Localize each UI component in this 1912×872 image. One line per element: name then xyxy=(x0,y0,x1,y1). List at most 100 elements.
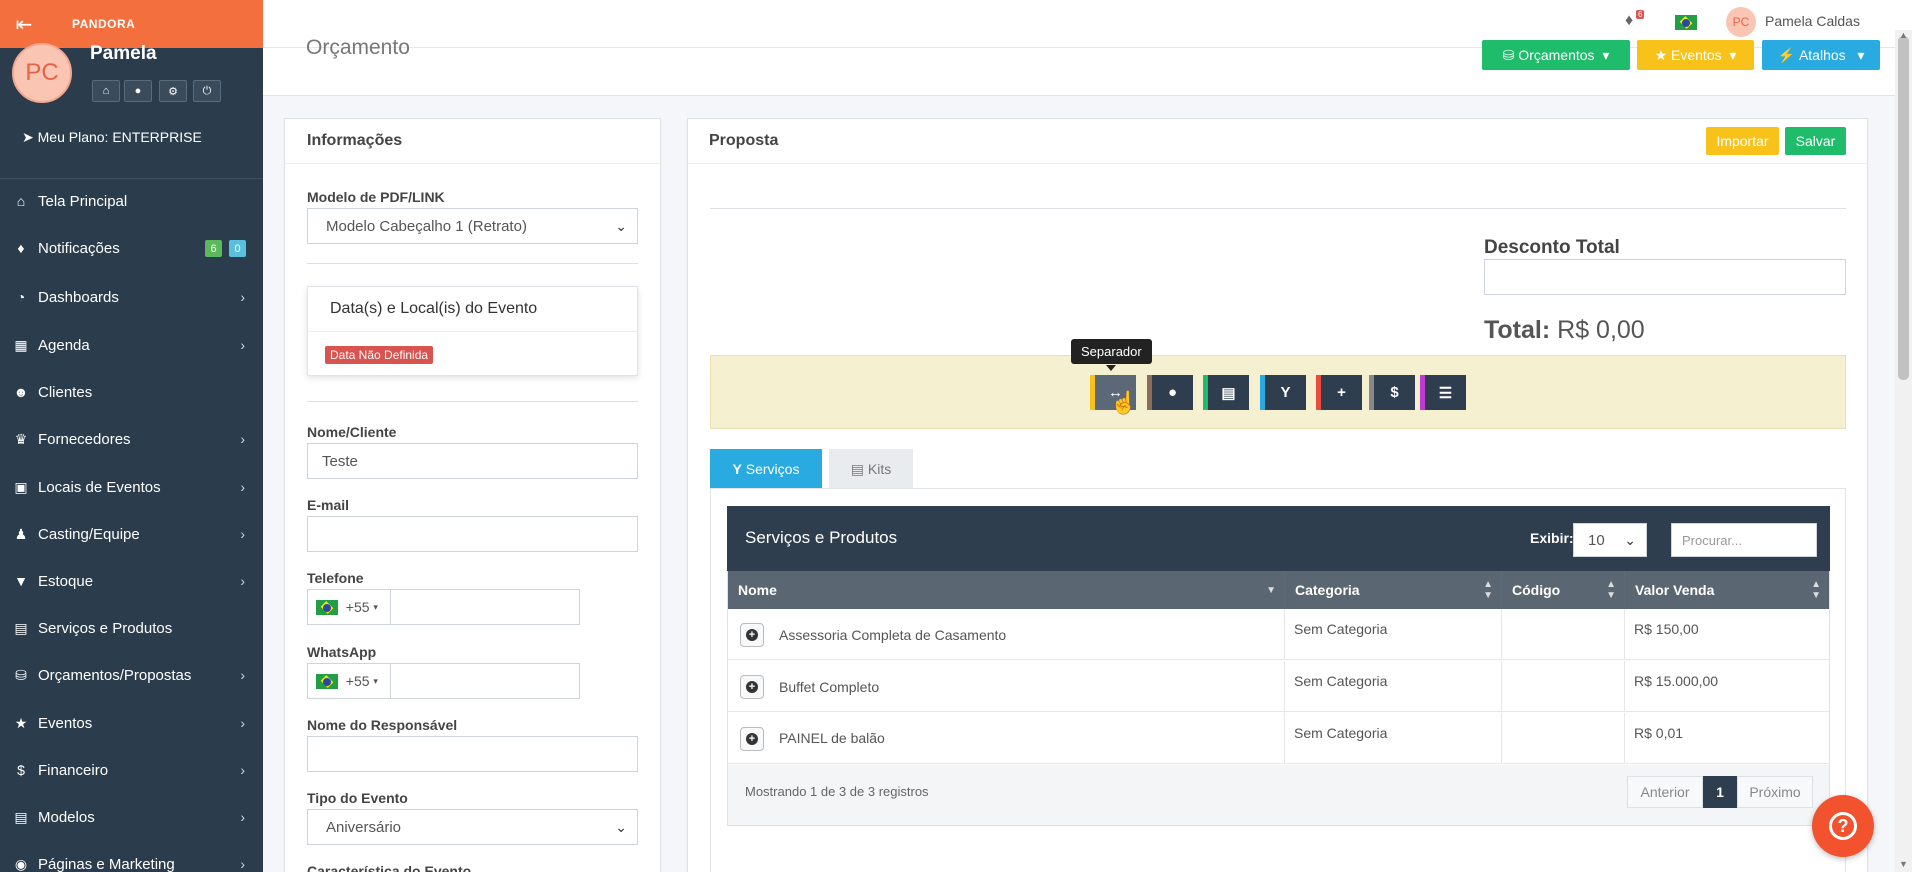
expand-row-button[interactable]: + xyxy=(740,727,764,751)
scroll-up-icon[interactable]: ▲ xyxy=(1899,30,1908,40)
home-shortcut-icon[interactable]: ⌂ xyxy=(92,80,120,102)
comment-button[interactable]: ● xyxy=(1147,375,1193,410)
whatsapp-label: WhatsApp xyxy=(307,644,377,660)
sidebar-item-locais[interactable]: ▣ Locais de Eventos › xyxy=(0,467,263,507)
info-title-divider xyxy=(285,163,660,164)
tab-servicos[interactable]: Y Serviços xyxy=(710,449,822,489)
event-type-label: Tipo do Evento xyxy=(307,790,408,806)
sidebar-avatar[interactable]: PC xyxy=(12,43,72,103)
orcamentos-label: Orçamentos xyxy=(1518,47,1595,63)
responsible-input[interactable] xyxy=(307,736,638,772)
sidebar-item-tela-principal[interactable]: ⌂ Tela Principal xyxy=(0,181,263,221)
sort-desc-icon: ▼ xyxy=(1266,584,1276,596)
column-header-nome[interactable]: Nome ▼ xyxy=(728,571,1285,609)
cell-nome: + Assessoria Completa de Casamento xyxy=(728,609,1285,660)
sidebar-item-notificacoes[interactable]: ♦ Notificações 6 0 xyxy=(0,228,263,268)
scroll-down-icon[interactable]: ▼ xyxy=(1899,859,1908,869)
archive-button[interactable]: ▤ xyxy=(1203,375,1249,410)
divider xyxy=(307,401,638,402)
expand-row-button[interactable]: + xyxy=(740,623,764,647)
row-name: Buffet Completo xyxy=(779,679,880,695)
event-type-select[interactable]: Aniversário ⌄ xyxy=(307,809,638,845)
cart-icon: ⛁ xyxy=(15,666,27,683)
page-1-button[interactable]: 1 xyxy=(1703,776,1737,808)
whatsapp-input[interactable]: +55 ▾ xyxy=(307,663,580,699)
date-undefined-badge[interactable]: Data Não Definida xyxy=(325,346,434,364)
column-label: Nome xyxy=(738,582,777,598)
event-type-value: Aniversário xyxy=(326,818,402,836)
search-input[interactable]: Procurar... xyxy=(1671,523,1817,557)
sidebar-item-eventos[interactable]: ★ Eventos › xyxy=(0,703,263,743)
plan-info[interactable]: ➤ Meu Plano: ENTERPRISE xyxy=(22,129,202,146)
discount-input[interactable] xyxy=(1484,259,1846,295)
menu-toggle-icon[interactable]: ⇤ xyxy=(0,0,48,48)
table-row[interactable]: + Assessoria Completa de Casamento Sem Ca… xyxy=(728,609,1829,660)
expand-row-button[interactable]: + xyxy=(740,675,764,699)
topbar-user-name[interactable]: Pamela Caldas xyxy=(1765,13,1860,29)
sidebar-item-financeiro[interactable]: $ Financeiro › xyxy=(0,750,263,790)
column-header-categoria[interactable]: Categoria ▲ ▼ xyxy=(1285,571,1502,609)
tab-kits[interactable]: ▤ Kits xyxy=(829,449,913,489)
list-icon: ☰ xyxy=(1438,384,1453,402)
caret-down-icon: ▾ xyxy=(373,675,378,686)
list-button[interactable]: ☰ xyxy=(1420,375,1466,410)
brazil-flag-icon[interactable] xyxy=(316,599,338,615)
proposal-title-divider xyxy=(688,163,1867,164)
glass-button[interactable]: Y xyxy=(1260,375,1306,410)
sidebar-item-servicos[interactable]: ▤ Serviços e Produtos xyxy=(0,608,263,648)
save-button[interactable]: Salvar xyxy=(1785,127,1846,155)
sidebar-item-fornecedores[interactable]: ♛ Fornecedores › xyxy=(0,419,263,459)
settings-shortcut-icon[interactable]: ⚙ xyxy=(159,80,187,102)
email-input[interactable] xyxy=(307,516,638,552)
add-button[interactable]: + xyxy=(1316,375,1362,410)
building-icon: ▣ xyxy=(14,478,28,495)
column-header-valor[interactable]: Valor Venda ▲ ▼ xyxy=(1625,571,1829,609)
prev-page-button[interactable]: Anterior xyxy=(1627,776,1703,808)
scrollbar-thumb[interactable] xyxy=(1898,36,1909,380)
content-header: Orçamento ⛁ Orçamentos ▾ ★ Eventos ▾ ⚡ A… xyxy=(263,38,1895,96)
sidebar-item-casting[interactable]: ♟ Casting/Equipe › xyxy=(0,514,263,554)
phone-input[interactable]: +55 ▾ xyxy=(307,589,580,625)
separator-tooltip: Separador xyxy=(1071,339,1152,364)
help-button[interactable]: ? xyxy=(1812,795,1874,857)
glass-icon: Y xyxy=(732,461,742,477)
sidebar-item-orcamentos[interactable]: ⛁ Orçamentos/Propostas › xyxy=(0,655,263,695)
client-name-input[interactable]: Teste xyxy=(307,443,638,479)
sidebar-item-paginas[interactable]: ◉ Páginas e Marketing › xyxy=(0,844,263,872)
bolt-icon: ⚡ xyxy=(1777,46,1796,63)
sidebar-item-label: Estoque xyxy=(38,572,94,590)
brazil-flag-icon[interactable] xyxy=(316,673,338,689)
sidebar-item-dashboards[interactable]: ◔ Dashboards › xyxy=(0,277,263,317)
chevron-right-icon: › xyxy=(240,762,245,778)
caret-down-icon: ▾ xyxy=(1857,46,1865,63)
trophy-icon: ♛ xyxy=(14,430,28,447)
profile-shortcut-icon[interactable]: ● xyxy=(124,80,152,102)
price-button[interactable]: $ xyxy=(1369,375,1415,410)
show-entries-select[interactable]: 10 ⌄ xyxy=(1573,523,1647,557)
column-header-codigo[interactable]: Código ▲ ▼ xyxy=(1502,571,1625,609)
question-icon: ? xyxy=(1829,812,1857,840)
sidebar-item-clientes[interactable]: ☻ Clientes xyxy=(0,372,263,412)
cell-categoria: Sem Categoria xyxy=(1285,661,1502,712)
atalhos-dropdown-button[interactable]: ⚡ Atalhos ▾ xyxy=(1762,40,1880,70)
brazil-flag-icon[interactable] xyxy=(1675,15,1697,30)
table-row[interactable]: + PAINEL de balão Sem Categoria R$ 0,01 xyxy=(728,713,1829,764)
bell-icon[interactable]: ♦ xyxy=(1625,12,1633,30)
sidebar-item-modelos[interactable]: ▤ Modelos › xyxy=(0,797,263,837)
sidebar-item-agenda[interactable]: ▦ Agenda › xyxy=(0,325,263,365)
whatsapp-separator xyxy=(390,664,391,698)
table-row[interactable]: + Buffet Completo Sem Categoria R$ 15.000… xyxy=(728,661,1829,712)
sidebar-item-estoque[interactable]: ▼ Estoque › xyxy=(0,561,263,601)
chevron-down-icon: ⌄ xyxy=(1624,531,1636,548)
next-page-button[interactable]: Próximo xyxy=(1737,776,1813,808)
sidebar-item-label: Eventos xyxy=(38,714,93,732)
pdf-model-select[interactable]: Modelo Cabeçalho 1 (Retrato) ⌄ xyxy=(307,208,638,244)
divider xyxy=(308,331,637,332)
orcamentos-dropdown-button[interactable]: ⛁ Orçamentos ▾ xyxy=(1482,40,1630,70)
chevron-right-icon: › xyxy=(240,809,245,825)
import-button[interactable]: Importar xyxy=(1706,127,1779,155)
topbar-avatar[interactable]: PC xyxy=(1726,7,1756,37)
power-shortcut-icon[interactable]: ⏻ xyxy=(193,80,221,102)
eventos-dropdown-button[interactable]: ★ Eventos ▾ xyxy=(1637,40,1754,70)
pdf-model-value: Modelo Cabeçalho 1 (Retrato) xyxy=(326,217,527,235)
